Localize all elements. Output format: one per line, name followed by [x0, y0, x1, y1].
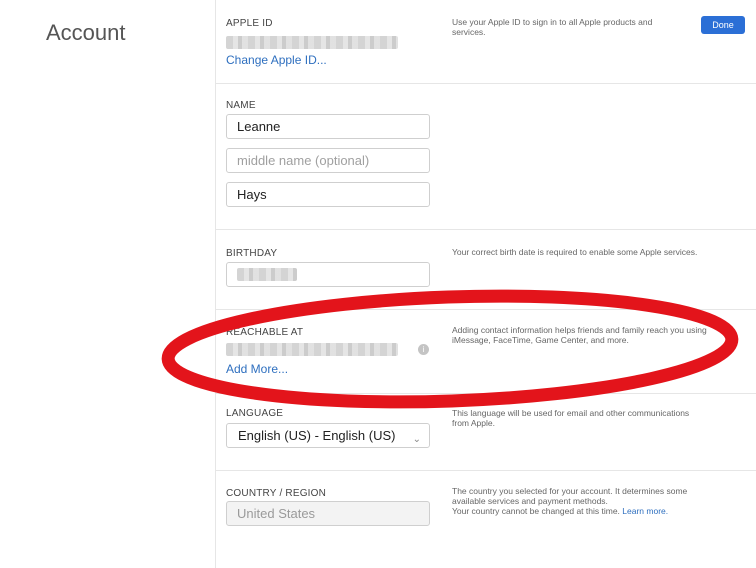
middle-name-input[interactable]: middle name (optional) [226, 148, 430, 173]
birthday-input[interactable] [226, 262, 430, 287]
learn-more-link[interactable]: Learn more. [622, 506, 668, 516]
info-icon[interactable]: i [418, 344, 429, 355]
country-note-text: The country you selected for your accoun… [452, 486, 688, 506]
reachable-note: Adding contact information helps friends… [452, 325, 707, 345]
language-select[interactable]: English (US) - English (US) ⌄ [226, 423, 430, 448]
apple-id-section: APPLE ID Change Apple ID... Use your App… [216, 0, 756, 84]
name-label: NAME [226, 100, 256, 111]
name-section: NAME Leanne middle name (optional) Hays [216, 84, 756, 230]
country-field: United States [226, 501, 430, 526]
first-name-input[interactable]: Leanne [226, 114, 430, 139]
birthday-note: Your correct birth date is required to e… [452, 247, 698, 257]
country-section: COUNTRY / REGION United States The count… [216, 471, 756, 568]
birthday-label: BIRTHDAY [226, 248, 278, 259]
chevron-down-icon: ⌄ [412, 434, 421, 445]
change-apple-id-link[interactable]: Change Apple ID... [226, 53, 327, 67]
apple-id-note: Use your Apple ID to sign in to all Appl… [452, 17, 653, 37]
add-more-link[interactable]: Add More... [226, 362, 288, 376]
page-title: Account [46, 20, 126, 45]
reachable-value-redacted [226, 343, 398, 356]
country-label: COUNTRY / REGION [226, 488, 327, 499]
country-note: The country you selected for your accoun… [452, 486, 707, 516]
birthday-value-redacted [237, 268, 297, 281]
language-selected-value: English (US) - English (US) [238, 428, 396, 443]
apple-id-value-redacted [226, 36, 398, 49]
reachable-label: REACHABLE AT [226, 327, 304, 338]
reachable-section: REACHABLE AT Add More... Adding contact … [216, 310, 756, 394]
last-name-input[interactable]: Hays [226, 182, 430, 207]
country-note-locked: Your country cannot be changed at this t… [452, 506, 707, 516]
language-label: LANGUAGE [226, 408, 284, 419]
language-section: LANGUAGE English (US) - English (US) ⌄ T… [216, 394, 756, 471]
birthday-section: BIRTHDAY Your correct birth date is requ… [216, 230, 756, 310]
language-note: This language will be used for email and… [452, 408, 690, 428]
country-note-locked-text: Your country cannot be changed at this t… [452, 506, 620, 516]
apple-id-label: APPLE ID [226, 18, 273, 29]
